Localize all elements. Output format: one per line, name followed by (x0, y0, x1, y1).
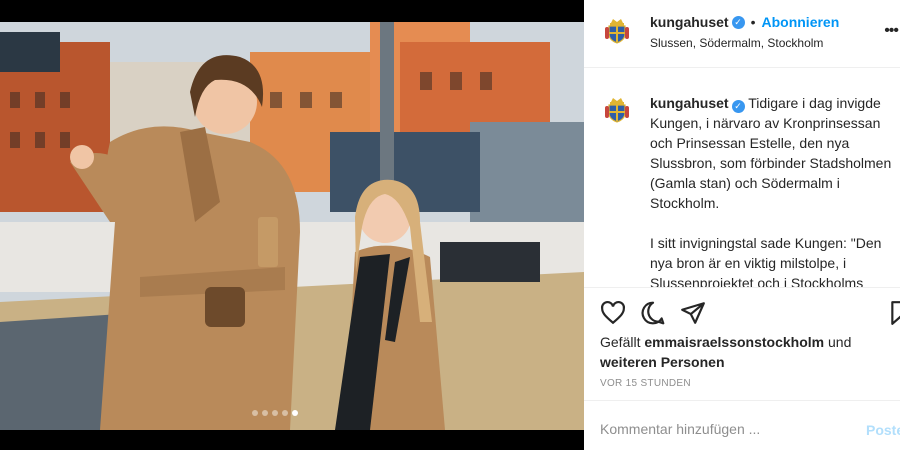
comment-bar: Posten (584, 400, 900, 450)
verified-badge-icon: ✓ (731, 15, 745, 29)
post-location[interactable]: Slussen, Södermalm, Stockholm (650, 36, 823, 50)
likes-summary: Gefällt emmaisraelssonstockholm und weit… (600, 332, 890, 372)
caption-username[interactable]: kungahuset (650, 95, 729, 111)
carousel-dot[interactable] (252, 410, 258, 416)
bookmark-icon[interactable] (888, 300, 900, 326)
caption-text: kungahuset ✓ Tidigare i dag invigde Kunge… (650, 93, 894, 287)
carousel-dot[interactable] (282, 410, 288, 416)
post-caption: kungahuset ✓ Tidigare i dag invigde Kunge… (584, 69, 900, 287)
post-photo[interactable] (0, 22, 584, 430)
avatar[interactable] (600, 14, 634, 48)
separator: • (750, 14, 756, 30)
carousel-dot[interactable] (272, 410, 278, 416)
post-actions: Gefällt emmaisraelssonstockholm und weit… (584, 287, 900, 399)
royal-crest-icon (605, 98, 629, 123)
royal-crest-icon (605, 19, 629, 44)
more-icon[interactable]: ••• (884, 22, 899, 40)
photo-illustration (0, 22, 584, 430)
comment-icon[interactable] (640, 300, 666, 326)
verified-badge-icon: ✓ (731, 100, 745, 113)
post-comment-button[interactable]: Posten (866, 422, 900, 438)
likes-prefix: Gefällt (600, 334, 641, 350)
follow-button[interactable]: Abonnieren (761, 14, 839, 30)
header-username[interactable]: kungahuset (650, 14, 729, 30)
carousel-dot[interactable] (262, 410, 268, 416)
comment-input[interactable] (600, 421, 840, 437)
carousel-indicator (252, 410, 298, 416)
caption-paragraph-1: Tidigare i dag invigde Kungen, i närvaro… (650, 95, 892, 211)
caption-paragraph-2: I sitt invigningstal sade Kungen: "Den n… (650, 235, 882, 287)
likes-and: und (828, 334, 852, 350)
post-header: kungahuset ✓ • Abonnieren Slussen, Söder… (584, 0, 900, 68)
likes-user-link[interactable]: emmaisraelssonstockholm (644, 334, 824, 350)
carousel-dot-active[interactable] (292, 410, 298, 416)
post-sidebar: kungahuset ✓ • Abonnieren Slussen, Söder… (584, 0, 900, 450)
post-media (0, 0, 584, 450)
caption-avatar[interactable] (600, 93, 634, 127)
heart-icon[interactable] (600, 300, 626, 326)
post-timestamp[interactable]: VOR 15 STUNDEN (600, 378, 691, 389)
likes-others-link[interactable]: weiteren Personen (600, 354, 725, 370)
share-icon[interactable] (680, 300, 706, 326)
